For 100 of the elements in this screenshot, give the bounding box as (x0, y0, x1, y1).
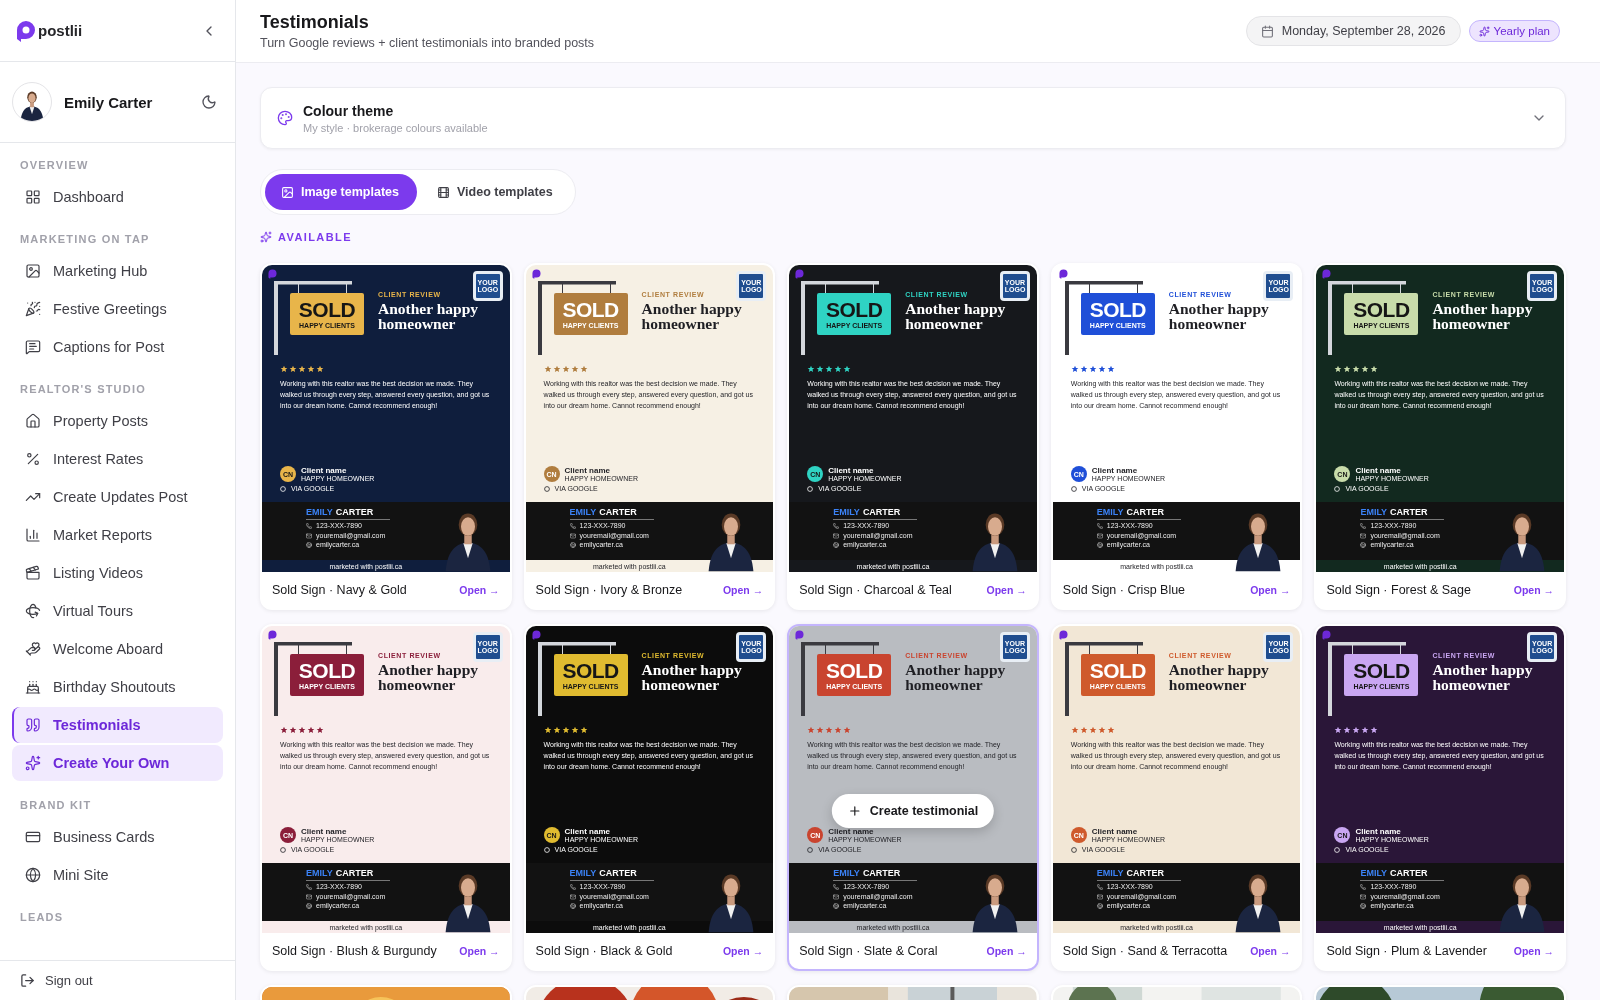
headline: Another happy homeowner (1168, 663, 1270, 693)
sign-text: SOLD (1089, 660, 1146, 682)
agent-first-name: EMILY (306, 868, 333, 879)
star-icon (570, 726, 579, 735)
globe-icon (569, 542, 576, 549)
phone-icon (1096, 522, 1103, 529)
nav-item[interactable]: Birthday Shoutouts (12, 669, 223, 705)
headline: Another happy homeowner (1432, 663, 1534, 693)
plus-icon (847, 804, 862, 819)
sign-text: SOLD (826, 660, 883, 682)
nav-item[interactable]: Create Your Own (12, 745, 223, 781)
mail-icon (306, 532, 312, 539)
logo-icon (531, 630, 541, 641)
bar-chart-icon (25, 527, 41, 543)
nav-item[interactable]: Property Posts (12, 403, 223, 439)
create-testimonial-button[interactable]: Create testimonial (831, 794, 995, 829)
template-tab[interactable]: Image templates (265, 174, 417, 210)
template-name: Sold Sign · Sand & Terracotta (1062, 944, 1228, 959)
nav-item[interactable]: Captions for Post (12, 329, 223, 365)
moon-icon[interactable] (201, 94, 217, 110)
sign-text: SOLD (826, 299, 883, 320)
headline: Another happy homeowner (641, 302, 743, 332)
nav-item[interactable]: Virtual Tours (12, 593, 223, 629)
open-link[interactable]: Open → (459, 945, 500, 958)
plan-badge: Yearly plan (1468, 20, 1560, 42)
globe-icon (1096, 903, 1103, 910)
client-name: Client name (301, 827, 348, 837)
open-link[interactable]: Open → (1250, 584, 1291, 596)
nav-item[interactable]: Interest Rates (12, 441, 223, 477)
agent-first-name: EMILY (833, 868, 860, 879)
sparkles-icon (25, 755, 41, 771)
nav-item[interactable]: Dashboard (12, 179, 223, 215)
star-icon (1334, 726, 1343, 735)
phone-icon (833, 522, 840, 529)
mail-icon (833, 893, 840, 900)
sign-out-link[interactable]: Sign out (20, 973, 93, 988)
open-link[interactable]: Open → (722, 584, 764, 596)
star-icon (807, 726, 816, 735)
client-name: Client name (828, 827, 875, 837)
image-icon (25, 263, 41, 279)
message-icon (25, 339, 41, 355)
section-title: BRAND KIT (19, 798, 93, 813)
star-icon (834, 726, 843, 735)
headline: Another happy homeowner (905, 302, 1007, 332)
mail-icon (569, 532, 576, 539)
open-link[interactable]: Open → (986, 945, 1027, 958)
star-icon (843, 726, 852, 735)
nav-item[interactable]: Business Cards (12, 819, 223, 855)
open-link[interactable]: Open → (1250, 945, 1291, 958)
section-title: REALTOR'S STUDIO (19, 382, 147, 397)
open-link[interactable]: Open → (722, 945, 764, 958)
agent-last-name: CARTER (1390, 507, 1428, 518)
globe-icon (833, 542, 840, 549)
brand-name: postlii (38, 22, 83, 39)
phone-icon (306, 883, 312, 890)
logo-icon (1322, 269, 1332, 279)
nav-item[interactable]: Welcome Aboard (12, 631, 223, 667)
agent-first-name: EMILY (1360, 868, 1388, 879)
section-label: AVAILABLE (278, 231, 352, 243)
nav-item[interactable]: Marketing Hub (12, 253, 223, 289)
globe-icon (306, 542, 312, 549)
nav-item[interactable]: Listing Videos (12, 555, 223, 591)
nav-item[interactable]: Market Reports (12, 517, 223, 553)
logout-icon (20, 973, 35, 988)
rotate-icon (25, 603, 41, 619)
nav-item[interactable]: Festive Greetings (12, 291, 223, 327)
agent-first-name: EMILY (569, 868, 597, 879)
nav-item[interactable]: Mini Site (12, 857, 223, 893)
date-pill: Monday, September 28, 2026 (1245, 16, 1461, 46)
open-link[interactable]: Open → (1513, 584, 1554, 597)
nav-item[interactable]: Create Updates Post (12, 479, 223, 515)
globe-icon (1096, 542, 1103, 549)
agent-last-name: CARTER (335, 868, 374, 879)
agent-last-name: CARTER (599, 868, 637, 879)
mail-icon (833, 532, 840, 539)
film-icon (436, 185, 450, 199)
globe-icon (569, 903, 576, 910)
star-icon (552, 726, 561, 735)
open-link[interactable]: Open → (986, 584, 1027, 597)
nav-item[interactable]: Testimonials (12, 707, 223, 743)
template-name: Sold Sign · Plum & Lavender (1326, 944, 1487, 959)
phone-icon (1360, 522, 1367, 529)
star-icon (579, 726, 588, 735)
mail-icon (1096, 893, 1103, 900)
template-tab[interactable]: Video templates (420, 174, 571, 210)
house-icon (25, 413, 41, 429)
client-name: Client name (828, 466, 875, 476)
phone-icon (569, 522, 576, 529)
mail-icon (1360, 532, 1367, 539)
colour-theme-panel[interactable]: Colour theme My style · brokerage colours available (260, 87, 1566, 149)
open-link[interactable]: Open → (459, 584, 500, 596)
agent-last-name: CARTER (599, 507, 637, 517)
star-icon (1097, 726, 1106, 735)
mail-icon (1096, 532, 1103, 539)
open-link[interactable]: Open → (1513, 945, 1554, 958)
star-icon (816, 726, 825, 735)
globe-icon (1360, 903, 1367, 910)
logo-icon (268, 269, 277, 279)
star-icon (1361, 726, 1370, 735)
logo-icon (795, 269, 805, 279)
